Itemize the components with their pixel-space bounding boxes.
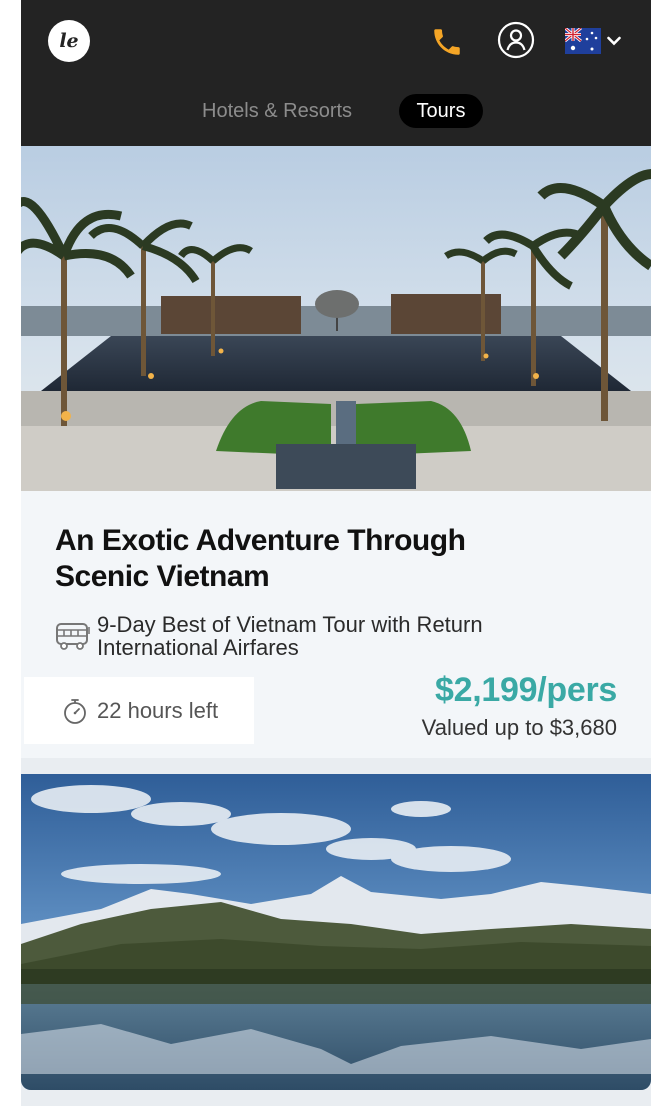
chevron-down-icon bbox=[607, 36, 621, 46]
user-icon[interactable] bbox=[497, 21, 535, 59]
logo-text: le bbox=[59, 30, 79, 52]
deal-subtitle: 9-Day Best of Vietnam Tour with Return I… bbox=[97, 612, 483, 660]
deal-subtitle-row: 9-Day Best of Vietnam Tour with Return I… bbox=[55, 613, 615, 659]
mountain-lake-reflection-image[interactable] bbox=[21, 774, 651, 1090]
time-left-text: 22 hours left bbox=[97, 698, 219, 723]
deal-valued-price: Valued up to $3,680 bbox=[421, 715, 617, 740]
logo[interactable]: le bbox=[48, 20, 90, 62]
tab-tours[interactable]: Tours bbox=[399, 94, 483, 128]
app-frame: le Hotels & Resorts Tours An Exotic Adve… bbox=[21, 0, 651, 1106]
resort-pool-palm-trees-image[interactable] bbox=[21, 146, 651, 491]
country-selector[interactable] bbox=[565, 26, 625, 56]
bus-icon bbox=[56, 623, 90, 650]
time-left-box: 22 hours left bbox=[24, 677, 254, 744]
tab-hotels-resorts[interactable]: Hotels & Resorts bbox=[202, 93, 352, 129]
top-header: le Hotels & Resorts Tours bbox=[21, 0, 651, 146]
category-tabs: Hotels & Resorts Tours bbox=[21, 93, 651, 129]
phone-icon[interactable] bbox=[427, 22, 467, 62]
deal-title[interactable]: An Exotic Adventure Through Scenic Vietn… bbox=[55, 523, 535, 595]
stopwatch-icon bbox=[64, 699, 86, 724]
australia-flag-icon bbox=[565, 28, 601, 54]
deal-price: $2,199/pers bbox=[435, 671, 617, 709]
deal-card-info[interactable]: An Exotic Adventure Through Scenic Vietn… bbox=[21, 491, 651, 758]
